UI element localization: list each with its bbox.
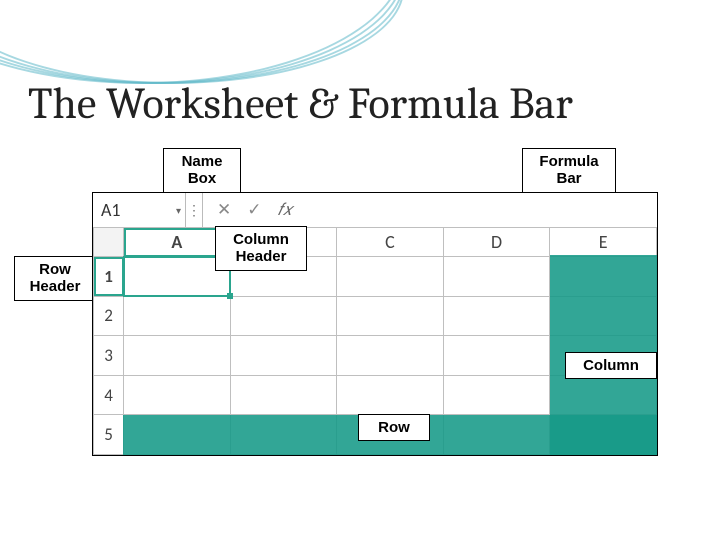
cell[interactable] bbox=[443, 336, 550, 376]
name-box[interactable]: A1 ▾ bbox=[93, 193, 186, 227]
fx-icon[interactable]: 𝑓𝑥 bbox=[278, 200, 293, 220]
formula-bar-input[interactable] bbox=[306, 193, 657, 227]
column-header-row: A B C D E bbox=[94, 228, 657, 257]
cell[interactable] bbox=[337, 257, 444, 297]
cell[interactable] bbox=[124, 336, 231, 376]
callout-column-header: ColumnHeader bbox=[215, 226, 307, 271]
formula-bar-separator: ⋮ bbox=[186, 193, 203, 227]
callout-column: Column bbox=[565, 352, 657, 379]
name-box-value: A1 bbox=[101, 199, 121, 221]
cell[interactable] bbox=[124, 375, 231, 415]
callout-formula-bar: FormulaBar bbox=[522, 148, 616, 193]
enter-icon[interactable]: ✓ bbox=[247, 200, 261, 220]
cell[interactable] bbox=[337, 336, 444, 376]
name-box-dropdown-icon[interactable]: ▾ bbox=[176, 204, 181, 217]
cell[interactable] bbox=[124, 296, 231, 336]
callout-row-header: RowHeader bbox=[14, 256, 96, 301]
row-header[interactable]: 5 bbox=[94, 415, 124, 455]
row-header[interactable]: 3 bbox=[94, 336, 124, 376]
callout-row: Row bbox=[358, 414, 430, 441]
cell[interactable] bbox=[443, 257, 550, 297]
cancel-icon[interactable]: ✕ bbox=[217, 200, 231, 220]
row-header[interactable]: 1 bbox=[94, 257, 124, 297]
cell[interactable] bbox=[230, 296, 337, 336]
column-header[interactable]: D bbox=[443, 228, 550, 257]
formula-bar-strip: A1 ▾ ⋮ ✕ ✓ 𝑓𝑥 bbox=[93, 193, 657, 228]
select-all-corner[interactable] bbox=[94, 228, 124, 257]
cell[interactable] bbox=[443, 375, 550, 415]
cell[interactable] bbox=[443, 296, 550, 336]
cell[interactable] bbox=[337, 375, 444, 415]
callout-name-box: NameBox bbox=[163, 148, 241, 193]
row-header[interactable]: 2 bbox=[94, 296, 124, 336]
slide-title: The Worksheet & Formula Bar bbox=[28, 78, 573, 129]
cell[interactable] bbox=[230, 375, 337, 415]
column-header[interactable]: C bbox=[337, 228, 444, 257]
cell[interactable] bbox=[230, 336, 337, 376]
row-header[interactable]: 4 bbox=[94, 375, 124, 415]
cell[interactable] bbox=[337, 296, 444, 336]
column-header[interactable]: E bbox=[550, 228, 657, 257]
